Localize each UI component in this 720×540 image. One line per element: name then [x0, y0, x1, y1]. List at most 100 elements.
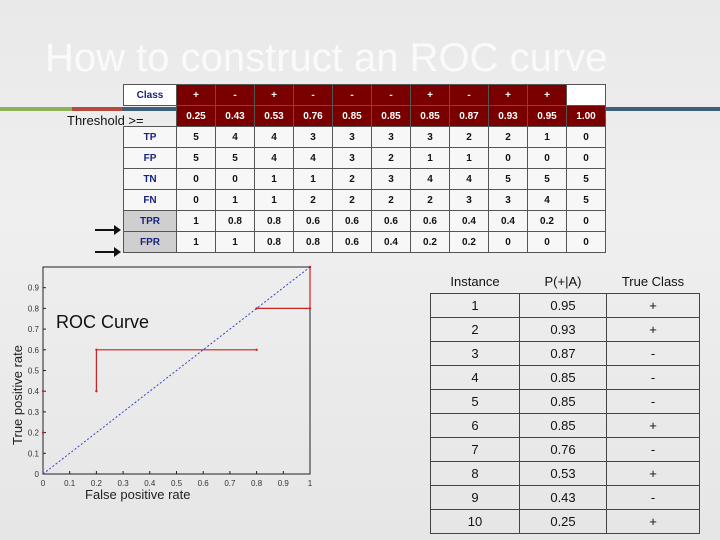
- threshold-cell: 0.85: [332, 105, 372, 127]
- metric-cell: 0.8: [215, 210, 255, 232]
- table-cell: 3: [430, 341, 520, 366]
- table-row: 2 0.93 +: [430, 317, 700, 342]
- table-cell: 0.25: [519, 509, 607, 534]
- metric-cell: 0.8: [254, 210, 294, 232]
- metric-cell: 5: [176, 147, 216, 169]
- metric-cell: 0.8: [293, 231, 333, 253]
- x-tick-label: 0.6: [198, 479, 210, 488]
- table-cell: +: [606, 461, 700, 486]
- metric-row: FPR 1 1 0.8 0.8 0.6 0.4 0.2 0.2 0 0 0: [123, 231, 606, 253]
- metric-cell: 5: [215, 147, 255, 169]
- metric-cell: 0: [215, 168, 255, 190]
- metric-cell: 1: [176, 210, 216, 232]
- x-tick-label: 1: [308, 479, 313, 488]
- table-cell: -: [606, 485, 700, 510]
- row-label: FN: [123, 189, 177, 211]
- metric-cell: 0: [176, 189, 216, 211]
- y-tick-label: 0.8: [28, 304, 40, 313]
- metric-cell: 2: [449, 126, 489, 148]
- metric-cell: 1: [215, 189, 255, 211]
- class-cell: [566, 84, 606, 106]
- table-row: 9 0.43-: [430, 485, 700, 510]
- threshold-cell: 0.76: [293, 105, 333, 127]
- metric-cell: 3: [293, 126, 333, 148]
- metric-cell: 0: [566, 126, 606, 148]
- table-cell: 0.76: [519, 437, 607, 462]
- metric-cell: 0.6: [293, 210, 333, 232]
- class-cell: +: [527, 84, 567, 106]
- table-cell: +: [606, 413, 700, 438]
- threshold-cell: 0.87: [449, 105, 489, 127]
- table-row: 3 0.87-: [430, 341, 700, 366]
- header-row: Instance P(+|A) True Class: [431, 270, 700, 294]
- threshold-table: Class + - + - - - + - + +0.25 0.43 0.53 0.76 0.85 0.85 0…: [123, 84, 606, 253]
- metric-cell: 5: [176, 126, 216, 148]
- table-cell: -: [606, 341, 700, 366]
- threshold-cell: 0.95: [527, 105, 567, 127]
- x-tick-label: 0.7: [224, 479, 236, 488]
- table-cell: 7: [430, 437, 520, 462]
- y-tick-label: 0.7: [28, 325, 40, 334]
- threshold-cell: 0.93: [488, 105, 528, 127]
- class-cell: -: [332, 84, 372, 106]
- tpr-arrow-icon: [95, 225, 121, 235]
- class-row: Class + - + - - - + - + +: [123, 84, 606, 106]
- class-cell: +: [176, 84, 216, 106]
- metric-cell: 1: [293, 168, 333, 190]
- table-cell: 5: [430, 389, 520, 414]
- threshold-cell: 0.85: [371, 105, 411, 127]
- metric-cell: 2: [371, 189, 411, 211]
- row-label: Class: [123, 84, 177, 106]
- metric-row: TPR 1 0.8 0.8 0.6 0.6 0.6 0.6 0.4 0.4 0.2 0: [123, 210, 606, 232]
- metric-cell: 0: [566, 231, 606, 253]
- table-cell: 0.85: [519, 413, 607, 438]
- threshold-cell: 1.00: [566, 105, 606, 127]
- metric-cell: 0: [566, 210, 606, 232]
- metric-cell: 1: [215, 231, 255, 253]
- row-label: TN: [123, 168, 177, 190]
- threshold-cell: 0.53: [254, 105, 294, 127]
- metric-cell: 0.6: [332, 210, 372, 232]
- fpr-arrow-icon: [95, 247, 121, 257]
- metric-cell: 1: [449, 147, 489, 169]
- table-cell: 0.93: [519, 317, 607, 342]
- metric-cell: 0: [527, 147, 567, 169]
- table-row: 1 0.95 +: [430, 293, 700, 318]
- metric-cell: 2: [488, 126, 528, 148]
- x-tick-label: 0.9: [278, 479, 290, 488]
- metric-cell: 1: [410, 147, 450, 169]
- roc-point: [41, 390, 45, 393]
- roc-chart: 0 0.1 0.2 0.3 0.4 0.5 0.6 0.7 0.8 0.9 100.10.20.30…: [10, 265, 313, 502]
- column-header: P(+|A): [544, 274, 582, 289]
- metric-cell: 3: [371, 126, 411, 148]
- y-tick-label: 0.5: [28, 367, 40, 376]
- metric-row: FP 5 5 4 4 3 2 1 1 0 0 0: [123, 147, 606, 169]
- table-cell: 0.43: [519, 485, 607, 510]
- table-cell: +: [606, 509, 700, 534]
- metric-cell: 3: [410, 126, 450, 148]
- row-label: TPR: [123, 210, 177, 232]
- metric-cell: 3: [332, 147, 372, 169]
- class-cell: -: [449, 84, 489, 106]
- metric-cell: 0: [488, 231, 528, 253]
- column-header: True Class: [621, 274, 685, 289]
- table-cell: 0.85: [519, 365, 607, 390]
- table-cell: 0.85: [519, 389, 607, 414]
- metric-cell: 0.4: [371, 231, 411, 253]
- y-tick-label: 0.2: [28, 429, 40, 438]
- metric-cell: 1: [254, 189, 294, 211]
- metric-cell: 5: [488, 168, 528, 190]
- metric-cell: 4: [254, 126, 294, 148]
- class-cell: -: [371, 84, 411, 106]
- y-tick-label: 0.3: [28, 408, 40, 417]
- metric-row: FN 0 1 1 2 2 2 2 3 3 4 5: [123, 189, 606, 211]
- threshold-cell: 0.43: [215, 105, 255, 127]
- slide-title: How to construct an ROC curve: [45, 36, 608, 80]
- table-cell: 9: [430, 485, 520, 510]
- table-cell: 4: [430, 365, 520, 390]
- class-cell: -: [293, 84, 333, 106]
- table-row: 10 0.25 +: [430, 509, 700, 534]
- y-tick-label: 0.1: [28, 449, 40, 458]
- random-diagonal-line: [42, 266, 311, 475]
- metric-cell: 5: [566, 189, 606, 211]
